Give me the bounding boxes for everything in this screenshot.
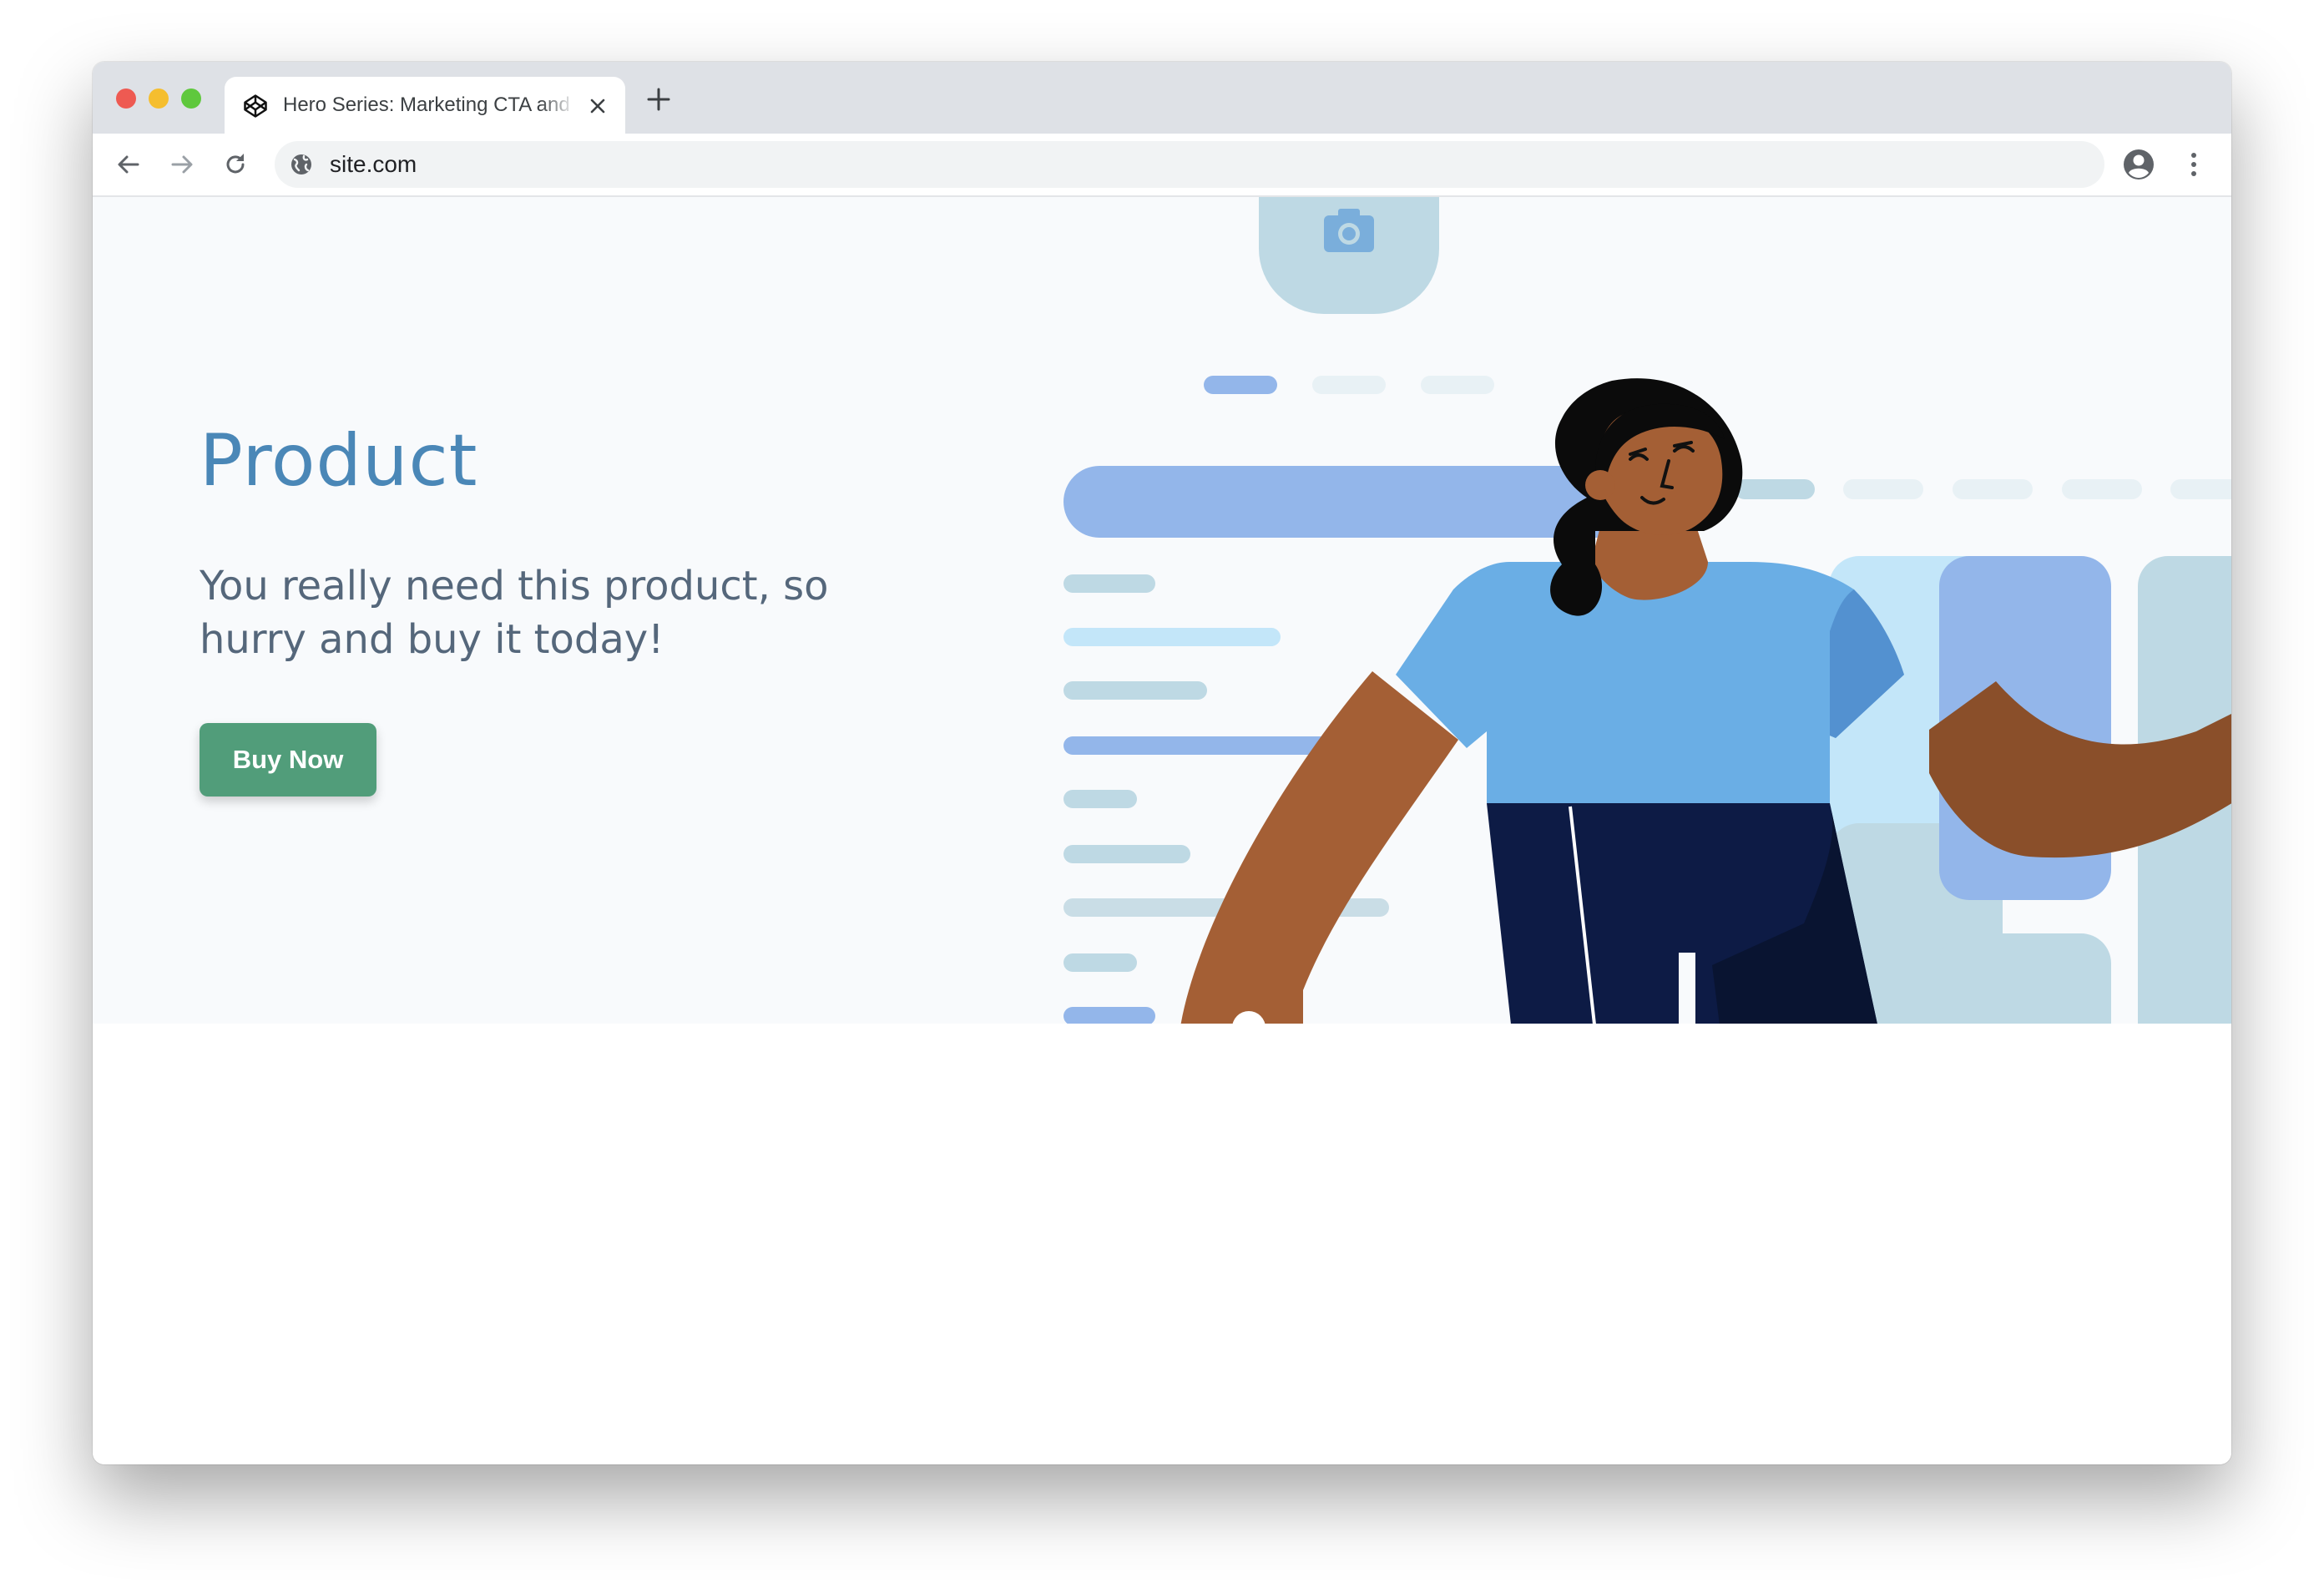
arrow-right-icon[interactable] bbox=[168, 150, 196, 179]
browser-toolbar: site.com bbox=[93, 134, 2231, 197]
person-left-arm bbox=[1180, 671, 1458, 1024]
close-icon[interactable] bbox=[589, 97, 607, 115]
maximize-window-button[interactable] bbox=[181, 89, 201, 109]
browser-window: Hero Series: Marketing CTA and site.com bbox=[93, 62, 2231, 1464]
url-text: site.com bbox=[330, 151, 417, 177]
tab-strip: Hero Series: Marketing CTA and bbox=[93, 62, 2231, 134]
account-circle-icon[interactable] bbox=[2123, 149, 2155, 180]
active-tab[interactable]: Hero Series: Marketing CTA and bbox=[225, 77, 625, 134]
more-vertical-icon[interactable] bbox=[2188, 150, 2200, 179]
globe-icon bbox=[291, 154, 311, 174]
tab-title: Hero Series: Marketing CTA and bbox=[283, 94, 570, 116]
hero-section: Product You really need this product, so… bbox=[93, 197, 2231, 1024]
buy-now-button[interactable]: Buy Now bbox=[200, 723, 376, 797]
address-bar[interactable]: site.com bbox=[275, 141, 2104, 188]
plus-icon[interactable] bbox=[646, 87, 671, 112]
codepen-icon bbox=[244, 94, 267, 118]
page-viewport: Product You really need this product, so… bbox=[93, 197, 2231, 1464]
arrow-left-icon[interactable] bbox=[114, 150, 143, 179]
reload-icon[interactable] bbox=[221, 150, 250, 179]
minimize-window-button[interactable] bbox=[149, 89, 169, 109]
hero-title: Product bbox=[200, 419, 478, 503]
close-window-button[interactable] bbox=[116, 89, 136, 109]
hero-subtitle: You really need this product, so hurry a… bbox=[200, 563, 829, 663]
